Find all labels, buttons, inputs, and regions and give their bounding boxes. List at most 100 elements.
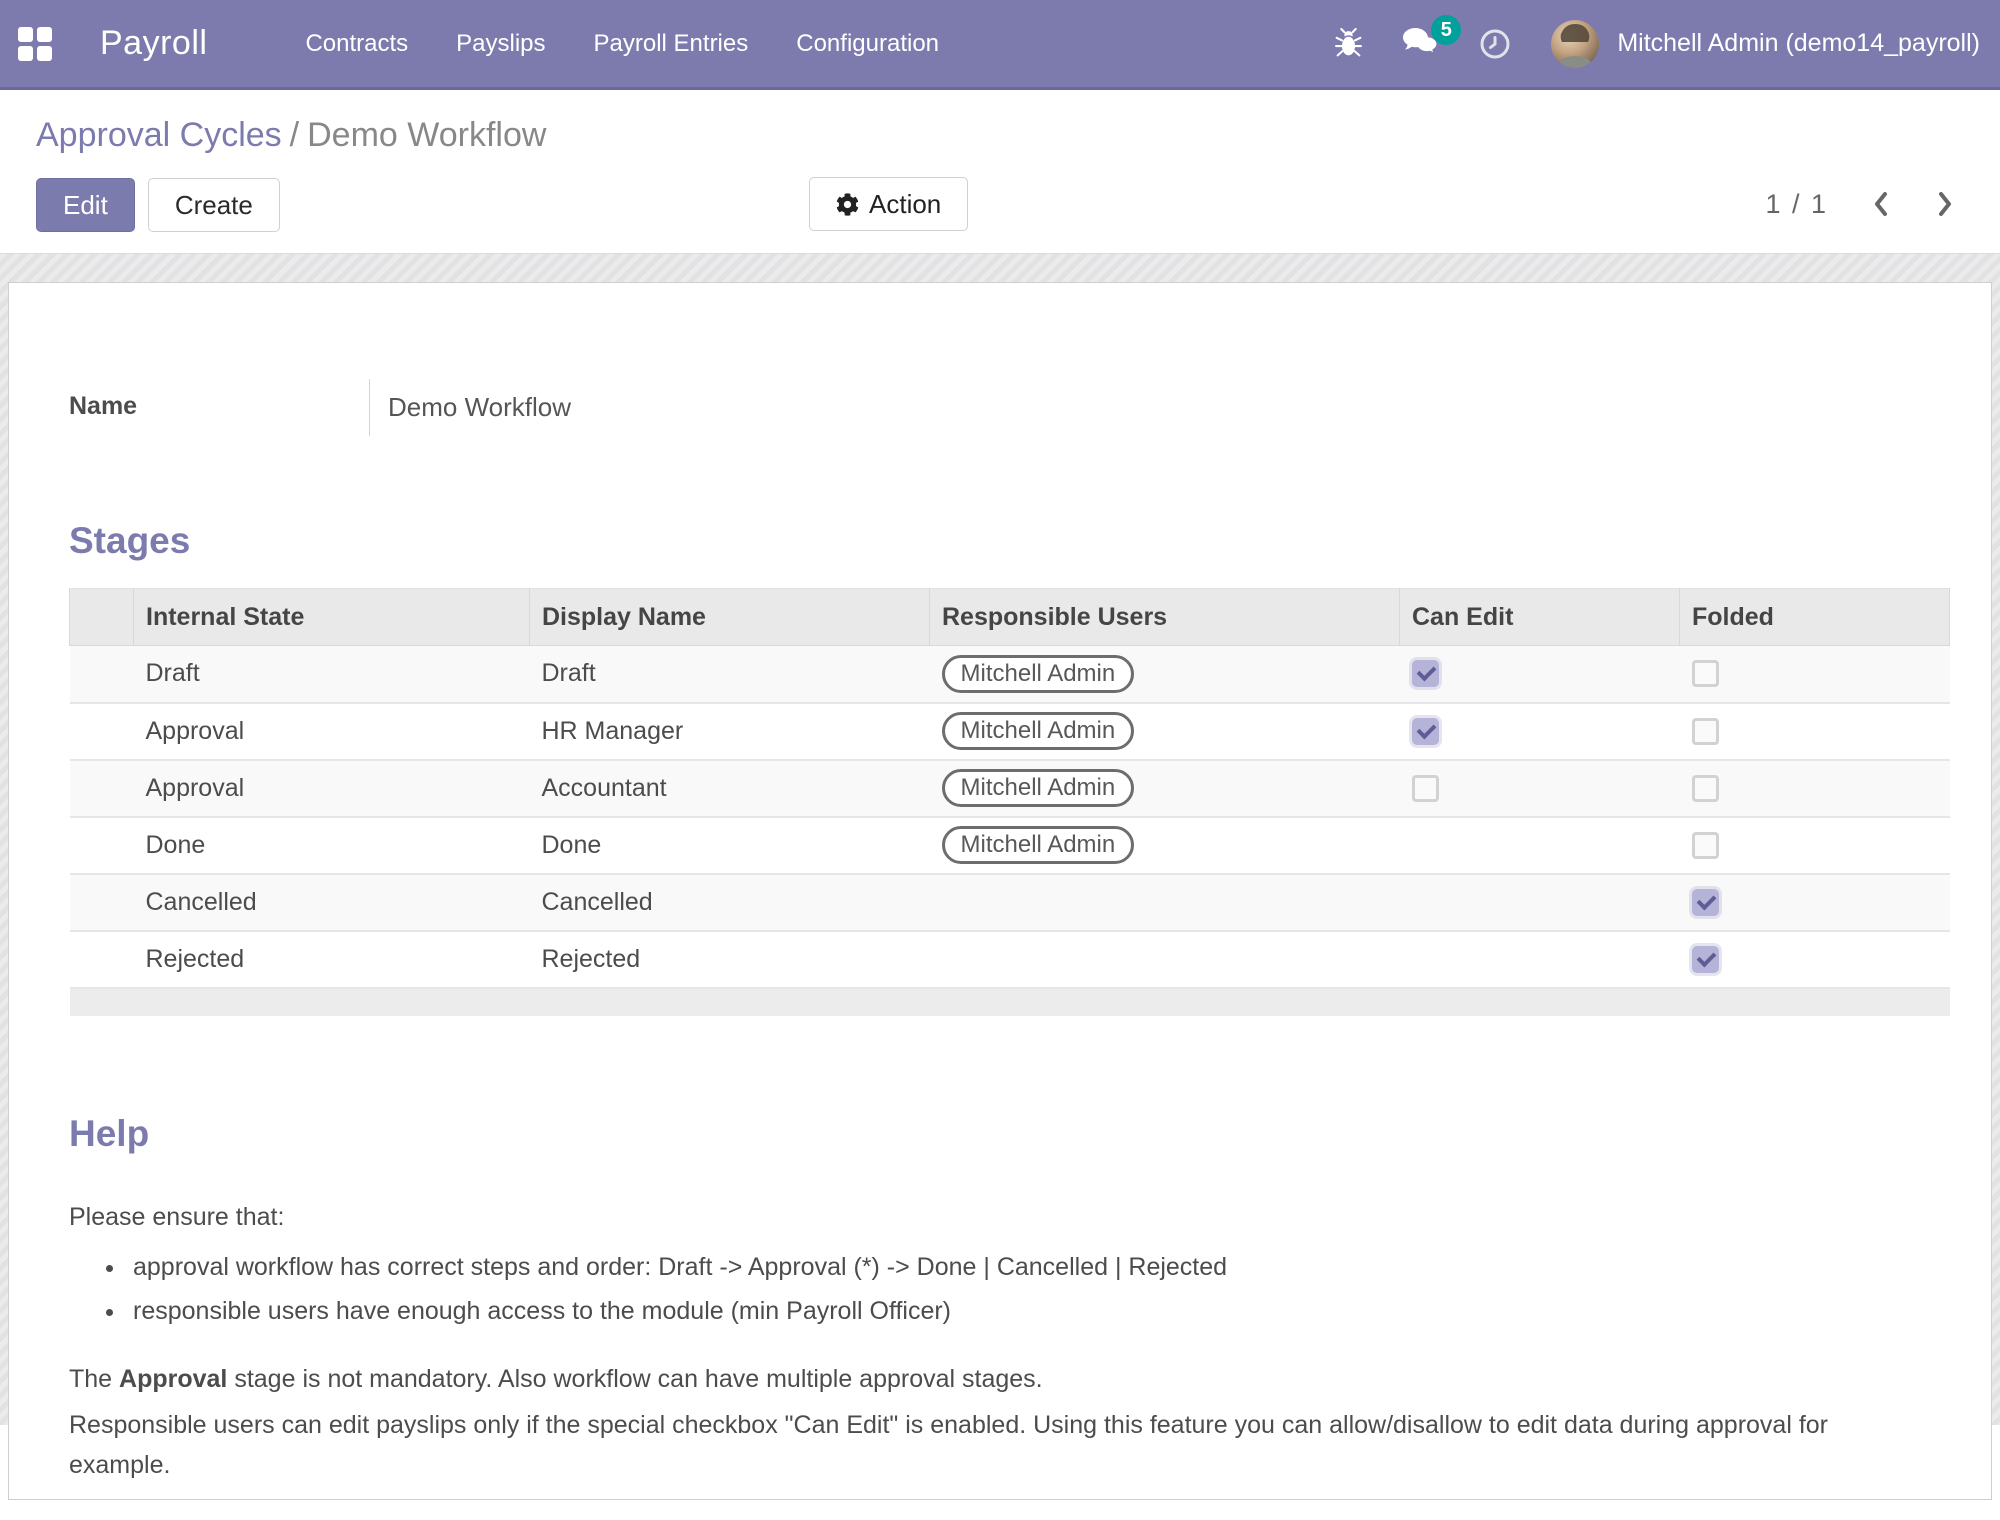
row-drag-handle-cell [70,817,134,874]
can-edit-checkbox [1412,718,1439,745]
responsible-user-tag: Mitchell Admin [942,712,1135,750]
responsible-users-cell [930,931,1400,988]
messages-chat-icon[interactable]: 5 [1402,27,1439,60]
navbar-systray: 5 Mitchell Admin (demo14_payroll) [1335,20,1980,68]
handle-column-header [70,589,134,646]
can-edit-checkbox [1412,775,1439,802]
responsible-user-tag: Mitchell Admin [942,655,1135,693]
column-header-responsible-users[interactable]: Responsible Users [930,589,1400,646]
menu-item-payroll-entries[interactable]: Payroll Entries [594,30,749,58]
top-navbar: Payroll Contracts Payslips Payroll Entri… [0,0,2000,90]
help-bullet-2: responsible users have enough access to … [127,1291,1947,1331]
stage-table-row[interactable]: CancelledCancelled [70,874,1950,931]
folded-cell [1680,874,1950,931]
pager-previous-icon[interactable] [1870,189,1892,219]
menu-item-configuration[interactable]: Configuration [796,30,939,58]
internal-state-cell: Draft [134,646,530,703]
folded-checkbox [1692,832,1719,859]
menu-item-contracts[interactable]: Contracts [305,30,408,58]
display-name-cell: Done [530,817,930,874]
stage-table-row[interactable]: DraftDraft Mitchell Admin [70,646,1950,703]
row-drag-handle-cell [70,874,134,931]
internal-state-cell: Cancelled [134,874,530,931]
stage-table-row[interactable]: ApprovalAccountantMitchell Admin [70,760,1950,817]
help-intro: Please ensure that: [69,1197,1909,1237]
help-paragraph-2: Responsible users can edit payslips only… [69,1405,1909,1485]
pager: 1 / 1 [1765,177,1956,231]
display-name-cell: HR Manager [530,703,930,760]
name-field-row: Name Demo Workflow [69,379,1947,436]
responsible-users-cell: Mitchell Admin [930,817,1400,874]
app-name[interactable]: Payroll [100,24,207,63]
control-panel: Approval Cycles/Demo Workflow Edit Creat… [0,90,2000,253]
stage-table-row[interactable]: ApprovalHR ManagerMitchell Admin [70,703,1950,760]
pager-next-icon[interactable] [1934,189,1956,219]
pager-value[interactable]: 1 / 1 [1765,189,1828,220]
responsible-user-tag: Mitchell Admin [942,769,1135,807]
column-header-can-edit[interactable]: Can Edit [1400,589,1680,646]
folded-cell [1680,646,1950,703]
internal-state-cell: Rejected [134,931,530,988]
stages-table-footer [70,988,1950,1016]
internal-state-cell: Approval [134,760,530,817]
edit-button[interactable]: Edit [36,178,135,232]
row-drag-handle-cell [70,646,134,703]
folded-cell [1680,931,1950,988]
breadcrumb-separator: / [282,116,307,154]
folded-cell [1680,760,1950,817]
help-section: Help Please ensure that: approval workfl… [69,1104,1947,1501]
row-drag-handle-cell [70,931,134,988]
form-background: Name Demo Workflow Stages Internal State… [0,253,2000,1425]
display-name-cell: Rejected [530,931,930,988]
help-section-title: Help [69,1104,1947,1163]
folded-cell [1680,703,1950,760]
can_edit-cell [1400,703,1680,760]
folded-checkbox [1692,946,1719,973]
column-header-display-name[interactable]: Display Name [530,589,930,646]
responsible-users-cell: Mitchell Admin [930,760,1400,817]
stage-table-row[interactable]: DoneDoneMitchell Admin [70,817,1950,874]
column-header-folded[interactable]: Folded [1680,589,1950,646]
name-field-value: Demo Workflow [369,379,571,436]
help-bullet-list: approval workflow has correct steps and … [69,1247,1947,1331]
message-count-badge: 5 [1431,15,1461,45]
create-button[interactable]: Create [148,178,280,232]
gear-icon [836,193,859,216]
responsible-users-cell: Mitchell Admin [930,703,1400,760]
stage-table-row[interactable]: RejectedRejected [70,931,1950,988]
user-menu[interactable]: Mitchell Admin (demo14_payroll) [1617,29,1980,58]
row-drag-handle-cell [70,703,134,760]
responsible-users-cell [930,874,1400,931]
folded-cell [1680,817,1950,874]
breadcrumb-current: Demo Workflow [307,116,546,154]
help-paragraph-3: Responsible users of the "Done" stage ha… [69,1491,1909,1500]
folded-checkbox [1692,775,1719,802]
can_edit-cell [1400,874,1680,931]
stages-table-body: DraftDraft Mitchell Admin ApprovalHR Manag… [70,646,1950,988]
stages-table: Internal State Display Name Responsible … [69,588,1950,1016]
help-bullet-1: approval workflow has correct steps and … [127,1247,1947,1287]
folded-checkbox [1692,718,1719,745]
can-edit-checkbox [1412,660,1439,687]
name-field-label: Name [69,379,369,436]
column-header-internal-state[interactable]: Internal State [134,589,530,646]
display-name-cell: Draft [530,646,930,703]
stages-table-header: Internal State Display Name Responsible … [70,589,1950,646]
form-sheet: Name Demo Workflow Stages Internal State… [8,282,1992,1500]
button-row: Edit Create Action 1 / 1 [36,177,1956,233]
folded-checkbox [1692,889,1719,916]
apps-menu-icon[interactable] [18,27,52,61]
user-avatar[interactable] [1551,20,1599,68]
action-button-label: Action [869,189,941,220]
action-button[interactable]: Action [809,177,968,231]
internal-state-cell: Done [134,817,530,874]
breadcrumb: Approval Cycles/Demo Workflow [36,116,1956,155]
row-drag-handle-cell [70,760,134,817]
activities-clock-icon[interactable] [1479,28,1511,60]
can_edit-cell [1400,931,1680,988]
breadcrumb-parent-link[interactable]: Approval Cycles [36,116,282,154]
menu-item-payslips[interactable]: Payslips [456,30,545,58]
can_edit-cell [1400,646,1680,703]
debug-bug-icon[interactable] [1335,28,1362,59]
can_edit-cell [1400,760,1680,817]
